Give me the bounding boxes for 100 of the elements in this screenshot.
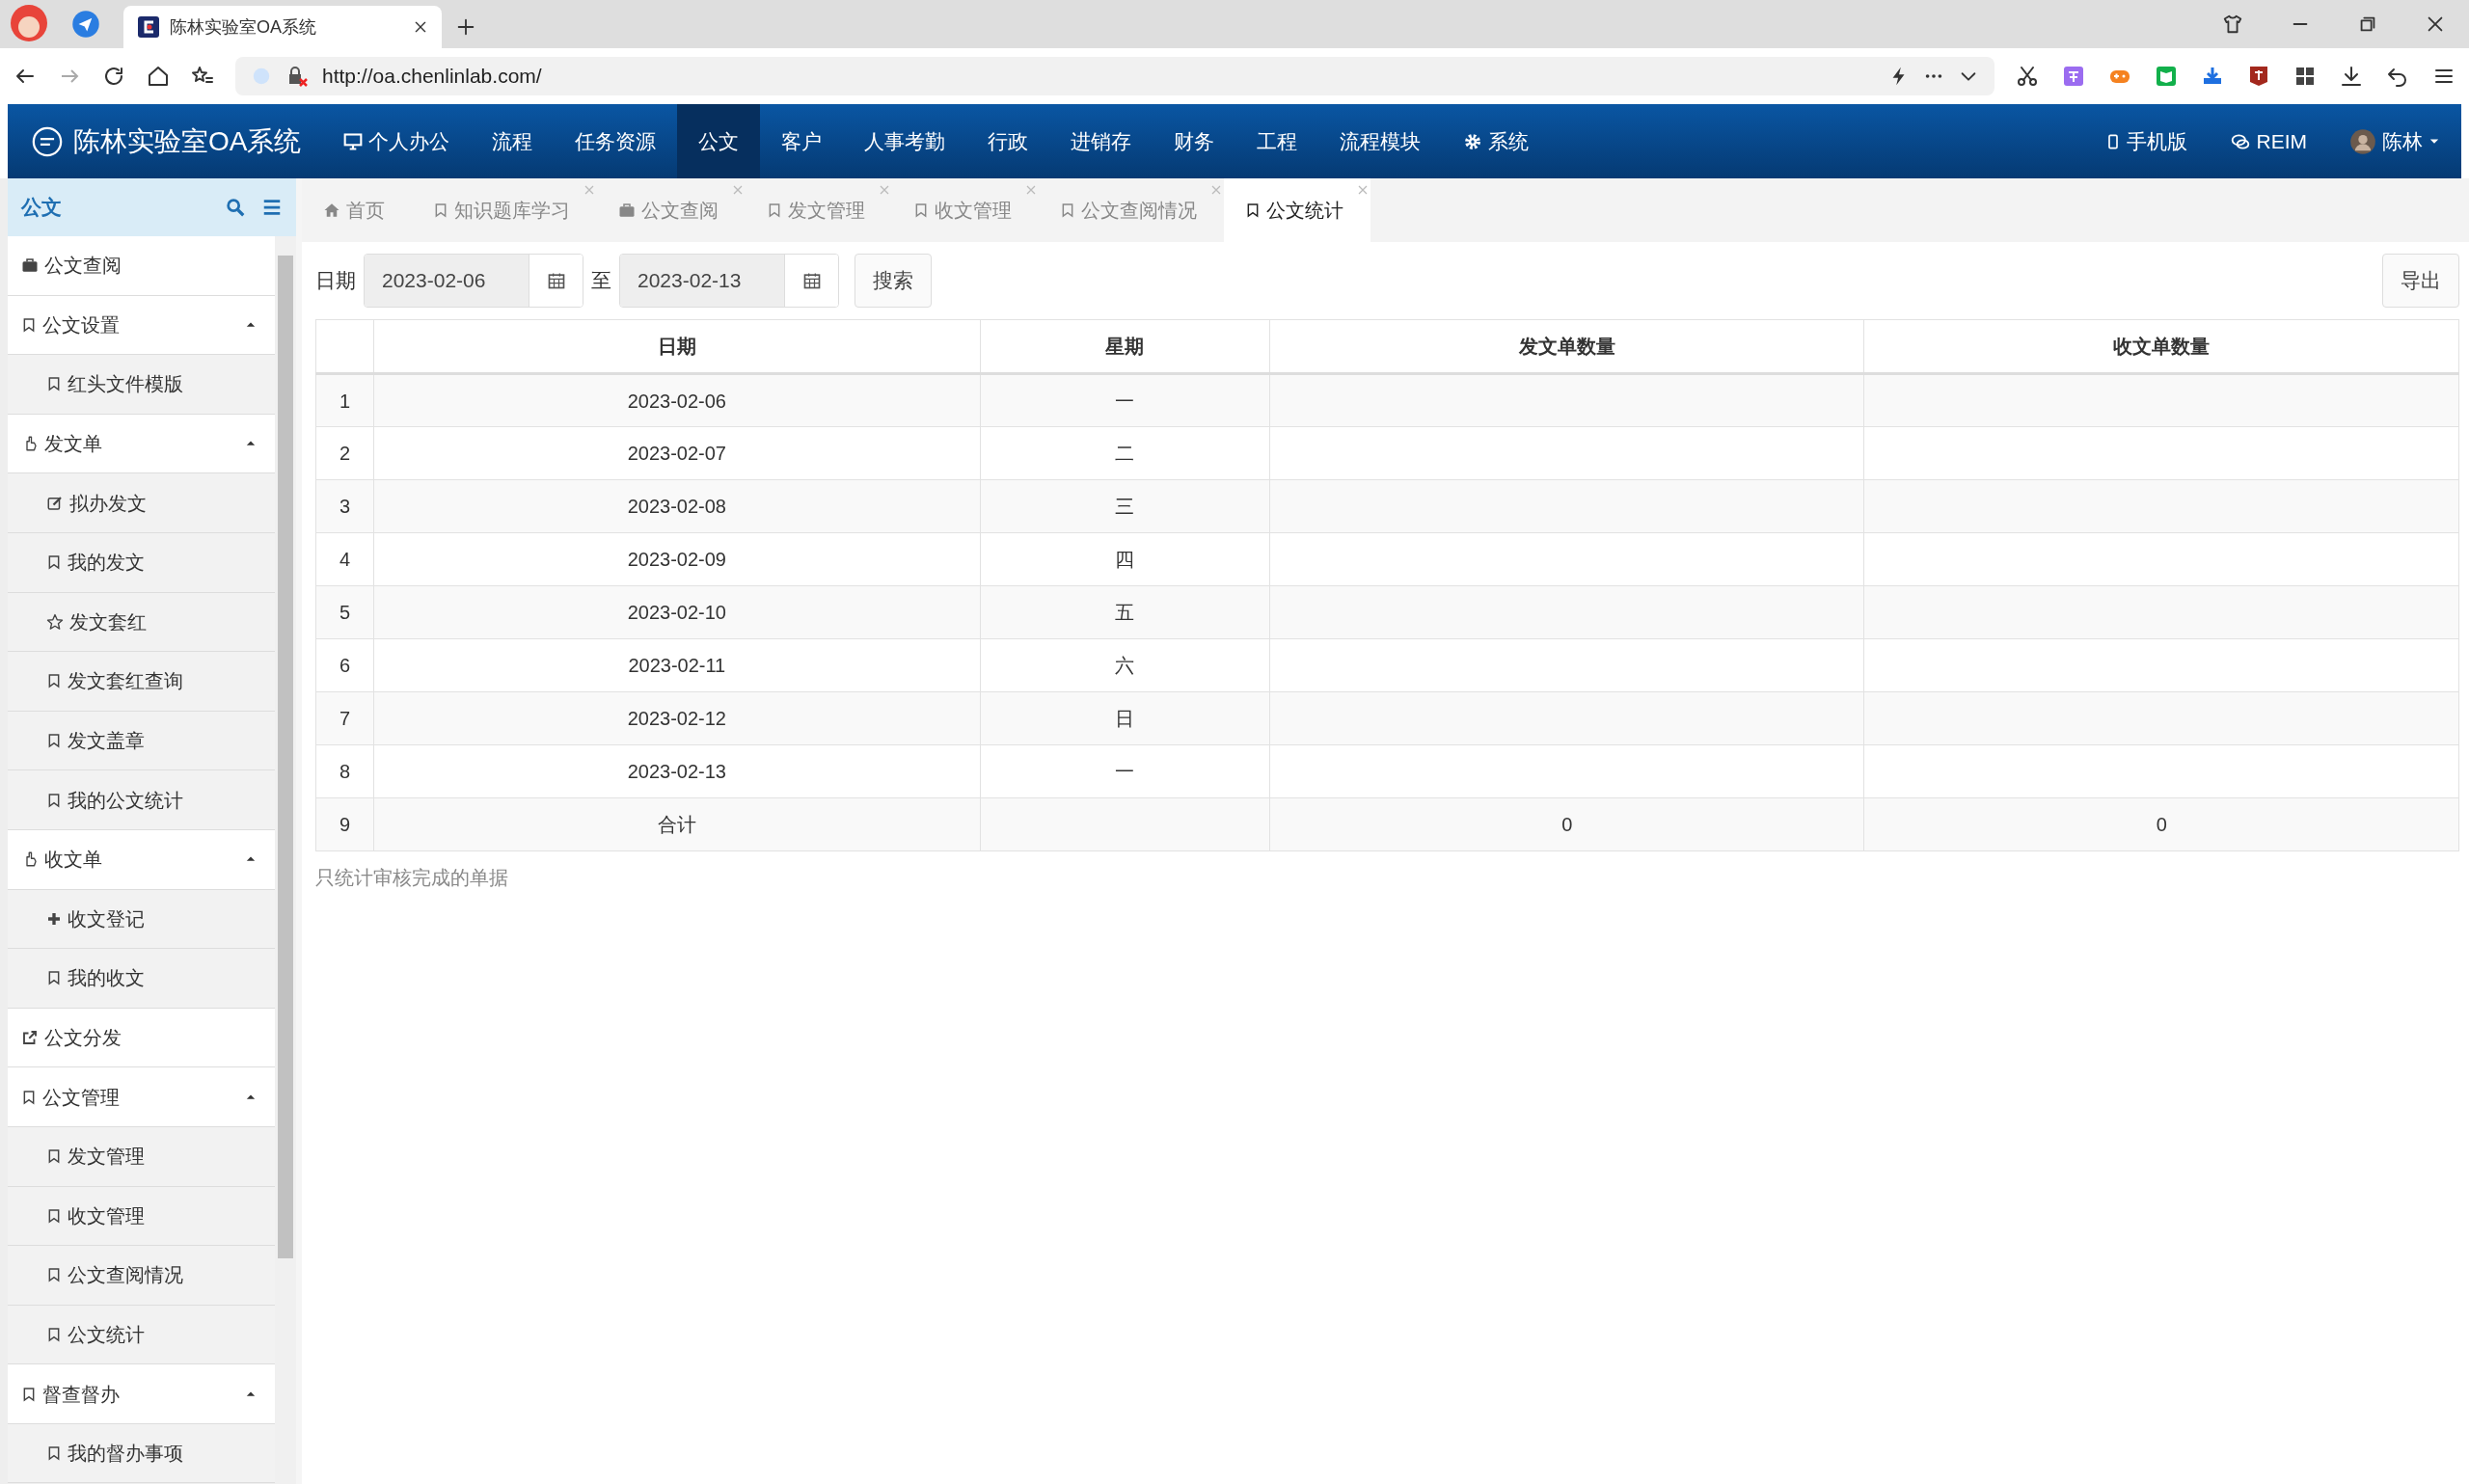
sidebar-item[interactable]: 我的发文 <box>8 532 275 593</box>
sidebar-item[interactable]: 公文设置 <box>8 295 275 356</box>
sidebar-item[interactable]: 督查督办 <box>8 1364 275 1424</box>
table-cell: 六 <box>980 638 1270 692</box>
new-tab-icon[interactable] <box>455 16 476 38</box>
nav-item[interactable]: REIM <box>2208 104 2328 178</box>
share-icon <box>21 1029 39 1046</box>
sidebar-item[interactable]: 收文管理 <box>8 1186 275 1247</box>
sidebar-item[interactable]: 发文单 <box>8 414 275 474</box>
star-icon <box>46 612 64 631</box>
tab[interactable]: 公文统计 <box>1224 178 1370 242</box>
search-button[interactable]: 搜索 <box>855 254 932 308</box>
bookmark-icon <box>46 791 62 809</box>
nav-item[interactable]: 任务资源 <box>554 104 678 178</box>
nav-item[interactable]: 陈林 <box>2328 104 2461 178</box>
nav-item[interactable]: 行政 <box>966 104 1050 178</box>
table-cell: 2023-02-12 <box>373 691 981 745</box>
search-icon[interactable] <box>225 197 246 218</box>
shirt-icon[interactable] <box>2222 13 2243 35</box>
table-cell: 一 <box>980 744 1270 798</box>
bookmark-icon <box>46 375 62 393</box>
calendar-icon[interactable] <box>801 271 822 290</box>
sidebar-item[interactable]: 公文管理 <box>8 1067 275 1127</box>
browser-tab[interactable]: 陈林实验室OA系统 <box>123 6 442 48</box>
close-icon[interactable] <box>413 19 428 35</box>
bookmark-icon <box>21 1385 37 1403</box>
translate-icon[interactable] <box>2062 65 2085 88</box>
plus-icon <box>46 910 62 927</box>
sidebar-item[interactable]: 公文查阅 <box>8 236 275 296</box>
calendar-icon[interactable] <box>546 271 566 290</box>
sidebar-item[interactable]: 收文登记 <box>8 889 275 950</box>
briefcase-icon <box>21 256 39 275</box>
bookmark-icon <box>767 202 782 219</box>
home-icon[interactable] <box>147 65 170 88</box>
bookmark-icon <box>46 1326 62 1343</box>
url-text: http://oa.chenlinlab.com/ <box>322 64 543 90</box>
row-number: 8 <box>315 744 374 798</box>
table-cell: 二 <box>980 426 1270 480</box>
nav-item[interactable]: 手机版 <box>2083 104 2209 178</box>
nav-item[interactable]: 进销存 <box>1049 104 1153 178</box>
row-number: 4 <box>315 532 374 586</box>
table-cell: 一 <box>980 373 1270 427</box>
sidebar-item[interactable]: 公文统计 <box>8 1305 275 1365</box>
table-cell: 2023-02-07 <box>373 426 981 480</box>
bookmark-icon <box>433 202 448 219</box>
nav-item[interactable]: 客户 <box>760 104 844 178</box>
sidebar-item[interactable]: 收文单 <box>8 829 275 890</box>
nav-item[interactable]: 个人办公 <box>322 104 472 178</box>
sidebar-item[interactable]: 我的督办事项 <box>8 1423 275 1484</box>
home-icon <box>323 202 340 219</box>
bookmark-icon <box>46 1147 62 1166</box>
bookmark-icon <box>21 315 37 334</box>
nav-item[interactable]: 流程模块 <box>1318 104 1443 178</box>
shop-icon[interactable] <box>2247 65 2270 88</box>
date-label: 日期 <box>315 268 356 294</box>
scissors-icon[interactable] <box>2016 65 2039 88</box>
note-text: 只统计审核完成的单据 <box>314 866 509 890</box>
sidebar-item[interactable]: 拟办发文 <box>8 473 275 533</box>
avatar-icon[interactable] <box>10 4 48 42</box>
reload-icon[interactable] <box>102 65 125 88</box>
chat-icon <box>31 124 64 158</box>
nav-item[interactable]: 工程 <box>1235 104 1319 178</box>
nav-item[interactable]: 人事考勤 <box>843 104 967 178</box>
sidebar-item[interactable]: 发文套红 <box>8 592 275 653</box>
bookmark-icon <box>46 1206 62 1225</box>
apps-icon[interactable] <box>2293 65 2317 88</box>
address-bar[interactable]: http://oa.chenlinlab.com/ <box>235 57 1994 95</box>
date-field[interactable]: 2023-02-06 <box>364 254 583 308</box>
bookmark-icon <box>913 202 929 219</box>
sidebar-item[interactable]: 公文分发 <box>8 1008 275 1068</box>
monitor-icon <box>343 131 364 151</box>
nav-item[interactable]: 财务 <box>1153 104 1236 178</box>
nav-item[interactable]: 流程 <box>471 104 555 178</box>
table-cell: 合计 <box>373 797 981 851</box>
row-number: 7 <box>315 691 374 745</box>
date-field[interactable]: 2023-02-13 <box>619 254 839 308</box>
export-button[interactable]: 导出 <box>2382 254 2459 308</box>
bookmark-icon <box>46 1444 62 1463</box>
brand-title: 陈林实验室OA系统 <box>73 124 302 158</box>
download-icon[interactable] <box>2340 65 2363 88</box>
table-cell: 五 <box>980 585 1270 639</box>
sidebar-item[interactable]: 公文查阅情况 <box>8 1246 275 1306</box>
sidebar-item[interactable]: 我的收文 <box>8 949 275 1009</box>
table-cell: 2023-02-10 <box>373 585 981 639</box>
nav-item[interactable]: 系统 <box>1442 104 1551 178</box>
row-number: 5 <box>315 585 374 639</box>
sidebar-item[interactable]: 发文套红查询 <box>8 652 275 712</box>
range-separator: 至 <box>591 268 611 294</box>
table-cell: 四 <box>980 532 1270 586</box>
chat-icon <box>2229 131 2251 151</box>
sidebar-item[interactable]: 发文盖章 <box>8 711 275 771</box>
send-icon[interactable] <box>71 10 100 39</box>
row-number: 9 <box>315 797 374 851</box>
sidebar-item[interactable]: 我的公文统计 <box>8 770 275 830</box>
book-icon[interactable] <box>2155 65 2178 88</box>
nav-item[interactable]: 公文 <box>677 104 761 178</box>
sidebar-item[interactable]: 红头文件模版 <box>8 355 275 415</box>
favicon-icon <box>137 15 160 39</box>
sidebar-item[interactable]: 发文管理 <box>8 1126 275 1187</box>
sidebar-title: 公文 <box>21 195 63 221</box>
